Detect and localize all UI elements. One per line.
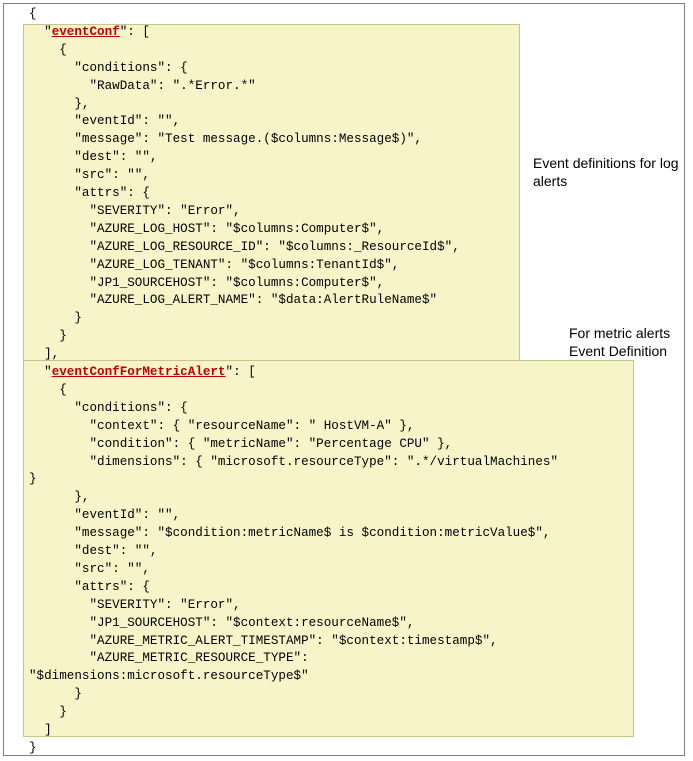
code-line: "src": "", [29, 560, 150, 578]
code-line: }, [29, 488, 89, 506]
code-text: "message": "$condition:metricName$ is $c… [29, 526, 551, 541]
code-text: "src": "", [29, 561, 150, 576]
code-text: "RawData": ".*Error.*" [29, 78, 256, 93]
code-text: } [29, 311, 82, 326]
code-line: "dest": "", [29, 148, 157, 166]
code-line: "attrs": { [29, 578, 150, 596]
log-alerts-annotation: Event definitions for log alerts [533, 155, 679, 189]
code-text: "attrs": { [29, 186, 150, 200]
code-text: "AZURE_METRIC_ALERT_TIMESTAMP": "$contex… [29, 633, 498, 648]
code-text: "dest": "", [29, 544, 158, 558]
code-text: "context": { "resourceName": " HostVM-A"… [29, 418, 415, 433]
code-text: ], [29, 347, 60, 362]
code-text: "AZURE_LOG_TENANT": "$columns:TenantId$"… [29, 257, 400, 272]
code-line: "message": "$condition:metricName$ is $c… [29, 524, 550, 542]
code-text: } [29, 472, 37, 487]
code-text: "eventId": "", [29, 114, 181, 129]
code-line: ], [29, 345, 59, 363]
code-line: "eventId": "", [29, 112, 180, 130]
code-text: "conditions": { [29, 60, 188, 75]
code-line: } [29, 470, 37, 488]
code-line: "RawData": ".*Error.*" [29, 77, 256, 95]
code-line: { [29, 381, 67, 399]
code-line: }, [29, 95, 89, 113]
code-line: } [29, 685, 82, 703]
code-text: }, [29, 96, 90, 111]
code-text: "AZURE_LOG_RESOURCE_ID": "$columns:_Reso… [29, 239, 460, 254]
code-line: "AZURE_LOG_TENANT": "$columns:TenantId$"… [29, 256, 399, 274]
code-text: "condition": { "metricName": "Percentage… [29, 436, 453, 451]
code-line: "condition": { "metricName": "Percentage… [29, 435, 452, 453]
code-text: } [29, 329, 67, 344]
code-text: } [29, 705, 67, 720]
code-line: "JP1_SOURCEHOST": "$columns:Computer$", [29, 274, 384, 292]
code-text: "src": "", [29, 168, 150, 183]
code-text: "eventId": "", [29, 508, 181, 523]
metric-alerts-annotation: For metric alerts Event Definition [569, 325, 671, 359]
code-line: "AZURE_LOG_ALERT_NAME": "$data:AlertRule… [29, 291, 437, 309]
code-text: }, [29, 490, 90, 505]
code-line: "eventConfForMetricAlert": [ [29, 363, 256, 381]
code-text: "JP1_SOURCEHOST": "$context:resourceName… [29, 615, 415, 630]
code-text: "dest": "", [29, 150, 158, 165]
code-line: } [29, 739, 37, 757]
code-line: } [29, 703, 67, 721]
code-line: { [29, 41, 67, 59]
code-text: "AZURE_METRIC_RESOURCE_TYPE": [29, 651, 309, 666]
code-line: "AZURE_LOG_RESOURCE_ID": "$columns:_Reso… [29, 238, 460, 256]
code-text: "SEVERITY": "Error", [29, 203, 241, 218]
code-line: "attrs": { [29, 184, 150, 202]
code-line: "JP1_SOURCEHOST": "$context:resourceName… [29, 614, 414, 632]
code-line: "$dimensions:microsoft.resourceType$" [29, 667, 309, 685]
code-line: "conditions": { [29, 59, 188, 77]
code-text: "conditions": { [29, 400, 188, 415]
code-line: "eventId": "", [29, 506, 180, 524]
code-text: " [29, 365, 52, 379]
code-line: "AZURE_LOG_HOST": "$columns:Computer$", [29, 220, 384, 238]
code-line: "AZURE_METRIC_ALERT_TIMESTAMP": "$contex… [29, 632, 498, 650]
code-line: } [29, 327, 67, 345]
code-line: { [29, 5, 37, 23]
highlighted-key: eventConfForMetricAlert [51, 365, 226, 379]
code-text: } [29, 687, 82, 702]
code-text: } [29, 740, 37, 755]
code-text: ] [29, 723, 52, 737]
code-line: "context": { "resourceName": " HostVM-A"… [29, 417, 414, 435]
code-text: "JP1_SOURCEHOST": "$columns:Computer$", [29, 275, 385, 290]
code-text: { [29, 7, 37, 21]
code-text: "dimensions": { "microsoft.resourceType"… [29, 454, 559, 469]
code-text: ": [ [225, 365, 256, 379]
code-line: "eventConf": [ [29, 23, 150, 41]
code-line: "dimensions": { "microsoft.resourceType"… [29, 453, 558, 471]
code-line: ] [29, 721, 52, 739]
code-text: "attrs": { [29, 579, 150, 594]
code-line: "dest": "", [29, 542, 157, 560]
code-text: ": [ [119, 24, 150, 39]
code-text: " [29, 24, 52, 39]
code-line: "SEVERITY": "Error", [29, 202, 241, 220]
code-text: { [29, 42, 67, 57]
code-line: } [29, 309, 82, 327]
code-line: "message": "Test message.($columns:Messa… [29, 130, 422, 148]
code-line: "SEVERITY": "Error", [29, 596, 241, 614]
code-text: { [29, 382, 67, 397]
code-line: "src": "", [29, 166, 150, 184]
code-text: "$dimensions:microsoft.resourceType$" [29, 669, 309, 684]
code-line: "AZURE_METRIC_RESOURCE_TYPE": [29, 649, 309, 667]
code-text: "SEVERITY": "Error", [29, 597, 241, 612]
highlighted-key: eventConf [51, 24, 120, 39]
code-line: "conditions": { [29, 399, 188, 417]
code-text: "AZURE_LOG_HOST": "$columns:Computer$", [29, 221, 385, 236]
code-text: "AZURE_LOG_ALERT_NAME": "$data:AlertRule… [29, 293, 438, 308]
code-text: "message": "Test message.($columns:Messa… [29, 132, 422, 147]
